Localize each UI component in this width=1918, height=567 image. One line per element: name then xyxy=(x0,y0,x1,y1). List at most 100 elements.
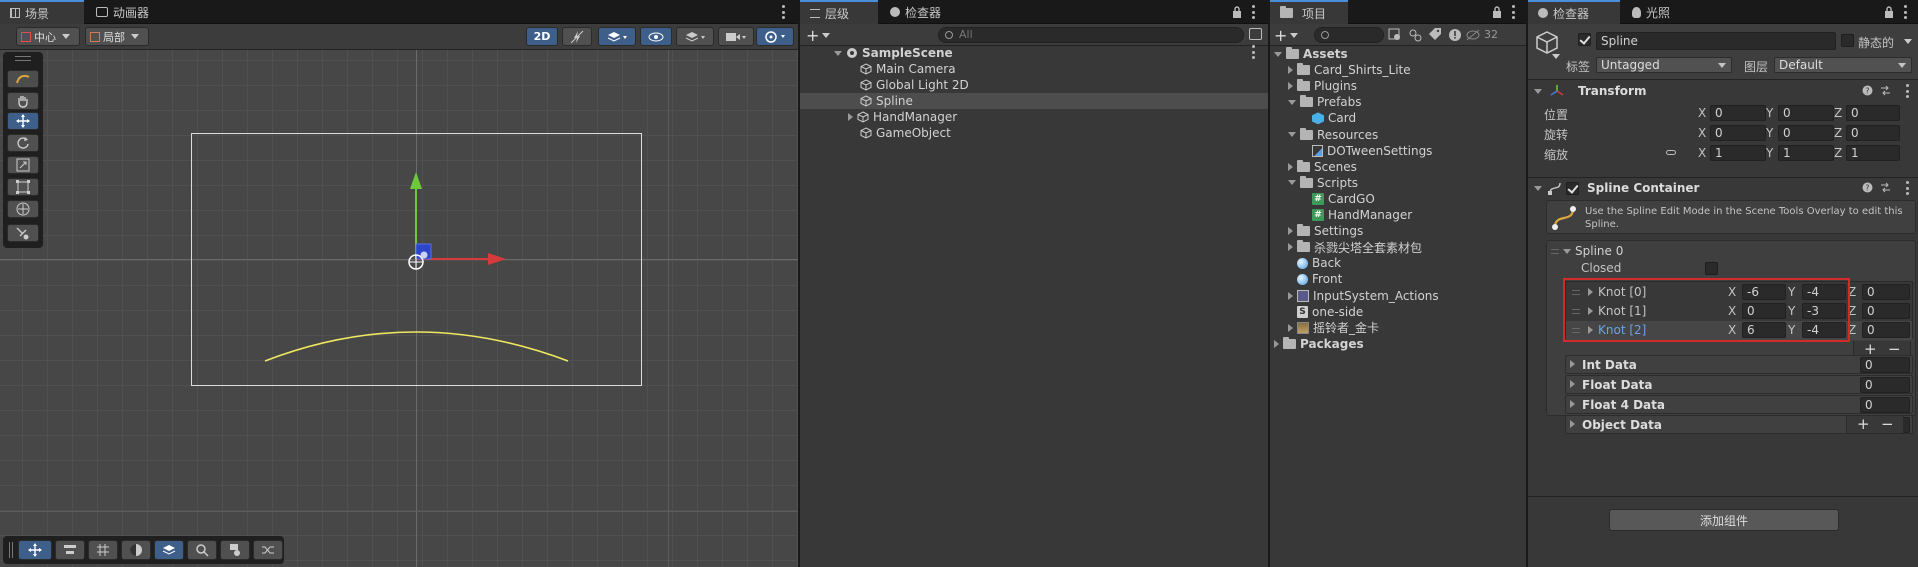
gameobject-large-icon[interactable] xyxy=(1534,30,1560,56)
project-item[interactable]: Scripts xyxy=(1288,175,1358,191)
hierarchy-item-main-camera[interactable]: Main Camera xyxy=(860,61,1260,77)
tab-animator[interactable]: 动画器 xyxy=(86,0,166,24)
hand-tool-icon[interactable] xyxy=(7,92,39,110)
scale-z-field[interactable]: 1 xyxy=(1846,145,1900,161)
scene-root-row[interactable]: SampleScene xyxy=(834,45,1234,61)
hierarchy-menu-icon[interactable] xyxy=(1252,5,1256,19)
active-checkbox[interactable] xyxy=(1578,33,1591,46)
lighting-toggle-icon[interactable] xyxy=(562,27,592,46)
tab-hierarchy[interactable]: 层级 xyxy=(800,0,878,24)
render-mode-icon[interactable] xyxy=(676,27,714,46)
scene-row-menu-icon[interactable] xyxy=(1252,45,1256,59)
expand-arrow-icon[interactable] xyxy=(1288,180,1296,186)
add-spline-button[interactable]: + xyxy=(1857,415,1870,433)
project-search-box[interactable] xyxy=(1314,27,1384,43)
lock-icon[interactable] xyxy=(1492,6,1502,18)
expand-arrow-icon[interactable] xyxy=(1274,339,1279,348)
search-by-type-icon[interactable] xyxy=(1388,28,1402,42)
scene-viewport[interactable] xyxy=(0,50,798,567)
move-gizmo[interactable] xyxy=(400,165,510,275)
spline-container-header[interactable]: Spline Container xyxy=(1534,178,1918,198)
static-checkbox[interactable] xyxy=(1841,34,1854,47)
expand-arrow-icon[interactable] xyxy=(1288,132,1296,137)
expand-arrow-icon[interactable] xyxy=(1288,227,1293,236)
expand-arrow-icon[interactable] xyxy=(1570,400,1575,408)
knot-z-field[interactable]: 0 xyxy=(1862,303,1910,319)
layers-icon[interactable] xyxy=(598,27,636,46)
project-item[interactable]: Front xyxy=(1288,271,1342,287)
pivot-dropdown[interactable]: 中心 xyxy=(16,27,80,46)
hierarchy-item-spline[interactable]: Spline xyxy=(800,93,1268,109)
rotate-tool-icon[interactable] xyxy=(7,134,39,152)
tab-scene[interactable]: 场景 xyxy=(0,0,84,24)
overlay-drag-handle[interactable] xyxy=(9,542,13,558)
project-item[interactable]: Resources xyxy=(1288,127,1378,143)
lock-icon[interactable] xyxy=(1884,6,1894,18)
constrain-proportions-link-icon[interactable] xyxy=(1666,150,1676,155)
chevron-down-icon[interactable] xyxy=(1552,54,1560,59)
scale-x-field[interactable]: 1 xyxy=(1710,145,1766,161)
spline-data-row[interactable]: Float Data 0 xyxy=(1565,375,1913,394)
overlay-layers-icon[interactable] xyxy=(154,540,184,560)
rotation-y-field[interactable]: 0 xyxy=(1778,125,1834,141)
tab-lighting[interactable]: 光照 xyxy=(1622,0,1694,24)
knot-z-field[interactable]: 0 xyxy=(1862,322,1910,338)
inspector-menu-icon[interactable] xyxy=(1904,5,1908,19)
project-root-assets[interactable]: Assets xyxy=(1274,46,1348,62)
hierarchy-item-gameobject[interactable]: GameObject xyxy=(860,125,1260,141)
spline-curve[interactable] xyxy=(0,50,798,567)
project-item[interactable]: 摇铃者_金卡 xyxy=(1288,320,1379,336)
preset-icon[interactable] xyxy=(1880,85,1891,96)
overlay-search-icon[interactable] xyxy=(187,540,217,560)
expand-arrow-icon[interactable] xyxy=(1570,380,1575,388)
overlay-move-icon[interactable] xyxy=(18,540,52,560)
chevron-down-icon[interactable] xyxy=(1904,39,1912,44)
expand-arrow-icon[interactable] xyxy=(1288,82,1293,91)
add-object-button[interactable]: + xyxy=(806,26,834,45)
space-dropdown[interactable]: 局部 xyxy=(85,27,149,46)
spline-tool-icon[interactable] xyxy=(7,70,39,88)
warning-icon[interactable] xyxy=(1448,28,1462,42)
expand-arrow-icon[interactable] xyxy=(1570,420,1575,428)
expand-arrow-icon[interactable] xyxy=(1570,360,1575,368)
custom-tool-icon[interactable] xyxy=(7,224,39,242)
data-row-count-field[interactable]: 0 xyxy=(1860,377,1910,393)
expand-arrow-icon[interactable] xyxy=(1288,323,1293,332)
component-menu-icon[interactable] xyxy=(1906,84,1910,98)
overlay-shuffle-icon[interactable] xyxy=(253,540,283,560)
rotation-x-field[interactable]: 0 xyxy=(1710,125,1766,141)
overlay-grid-snap-icon[interactable] xyxy=(88,540,118,560)
hierarchy-search-box[interactable]: All xyxy=(938,27,1244,43)
filter-icon[interactable] xyxy=(1408,28,1422,42)
project-item[interactable]: Card_Shirts_Lite xyxy=(1288,62,1411,78)
project-item[interactable]: Settings xyxy=(1288,223,1363,239)
preset-icon[interactable] xyxy=(1880,182,1891,193)
expand-arrow-icon[interactable] xyxy=(1288,162,1293,171)
project-menu-icon[interactable] xyxy=(1512,5,1516,19)
scale-y-field[interactable]: 1 xyxy=(1778,145,1834,161)
hierarchy-item-handmanager[interactable]: HandManager xyxy=(848,109,1248,125)
project-item[interactable]: Scenes xyxy=(1288,159,1357,175)
expand-arrow-icon[interactable] xyxy=(1534,185,1542,191)
expand-arrow-icon[interactable] xyxy=(1288,99,1296,105)
lock-icon[interactable] xyxy=(1232,6,1242,18)
layer-dropdown[interactable]: Default xyxy=(1774,57,1912,73)
data-row-count-field[interactable]: 0 xyxy=(1860,397,1910,413)
gizmos-icon[interactable] xyxy=(756,27,794,46)
expand-arrow-icon[interactable] xyxy=(1288,291,1293,300)
transform-header[interactable]: Transform xyxy=(1534,81,1918,101)
spline-0-header[interactable]: Spline 0 xyxy=(1551,243,1623,259)
project-item[interactable]: Plugins xyxy=(1288,78,1357,94)
expand-arrow-icon[interactable] xyxy=(1274,51,1282,57)
project-item[interactable]: # CardGO xyxy=(1300,191,1375,207)
expand-arrow-icon[interactable] xyxy=(1288,66,1293,75)
overlay-camera-icon[interactable] xyxy=(220,540,250,560)
expand-arrow-icon[interactable] xyxy=(834,50,842,56)
project-item[interactable]: DOTweenSettings xyxy=(1300,143,1432,159)
move-tool-icon[interactable] xyxy=(7,112,39,130)
search-options-icon[interactable] xyxy=(1249,28,1262,40)
drag-handle[interactable] xyxy=(15,56,31,61)
overlay-shading-icon[interactable] xyxy=(121,540,151,560)
expand-arrow-icon[interactable] xyxy=(1563,248,1571,254)
project-root-packages[interactable]: Packages xyxy=(1274,336,1364,352)
